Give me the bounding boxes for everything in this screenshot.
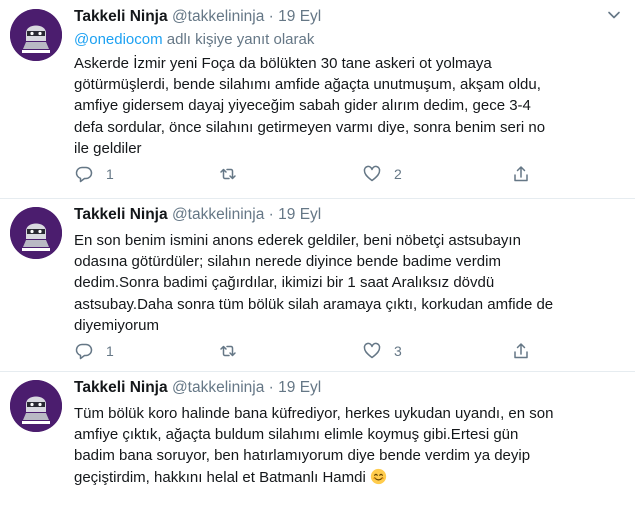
share-button[interactable] [511,163,531,185]
reply-count: 1 [106,166,114,182]
like-count: 2 [394,166,402,182]
share-icon [514,343,528,359]
heart-icon [363,342,381,359]
separator-dot: · [268,379,274,396]
share-icon [514,166,528,182]
tweet-text: En son benim ismini anons ederek geldile… [74,232,554,334]
tweet-actions: 1 2 [74,163,554,185]
tweet-header: Takkeli Ninja @takkelininja · 19 Eyl [74,378,321,398]
reply-button[interactable]: 1 [74,163,114,185]
user-handle[interactable]: @takkelininja [172,8,264,25]
tweet-text-container: Tüm bölük koro halinde bana küfrediyor, … [74,403,624,488]
like-count: 3 [394,343,402,359]
tweet-actions: 1 3 [74,340,554,362]
reply-mention-link[interactable]: @onediocom [74,31,163,48]
retweet-icon [220,168,236,180]
reply-context: @onediocom adlı kişiye yanıt olarak [74,31,314,48]
reply-button[interactable]: 1 [74,340,114,362]
tweet-3[interactable]: Takkeli Ninja @takkelininja · 19 Eyl Tüm… [0,371,635,523]
share-button[interactable] [511,340,531,362]
heart-icon [363,165,381,182]
user-handle[interactable]: @takkelininja [172,206,264,223]
chevron-down-icon[interactable] [607,8,621,22]
retweet-button[interactable] [218,163,250,185]
reply-count: 1 [106,343,114,359]
retweet-button[interactable] [218,340,250,362]
tweet-1[interactable]: Takkeli Ninja @takkelininja · 19 Eyl @on… [0,0,635,198]
avatar[interactable] [10,9,62,61]
reply-context-label: adlı kişiye yanıt olarak [162,31,315,48]
avatar[interactable] [10,380,62,432]
separator-dot: · [268,8,274,25]
tweet-header: Takkeli Ninja @takkelininja · 19 Eyl [74,7,321,27]
tweet-2[interactable]: Takkeli Ninja @takkelininja · 19 Eyl En … [0,198,635,371]
user-handle[interactable]: @takkelininja [172,379,264,396]
display-name[interactable]: Takkeli Ninja [74,206,168,223]
tweet-header: Takkeli Ninja @takkelininja · 19 Eyl [74,205,321,225]
tweet-text: Tüm bölük koro halinde bana küfrediyor, … [74,405,554,486]
display-name[interactable]: Takkeli Ninja [74,8,168,25]
tweet-text: Askerde İzmir yeni Foça da bölükten 30 t… [74,55,546,157]
display-name[interactable]: Takkeli Ninja [74,379,168,396]
smiling-face-icon [370,468,387,484]
tweet-date[interactable]: 19 Eyl [278,379,321,396]
reply-icon [75,166,93,183]
retweet-icon [220,345,236,357]
like-button[interactable]: 2 [362,163,402,185]
tweet-date[interactable]: 19 Eyl [278,206,321,223]
avatar[interactable] [10,207,62,259]
separator-dot: · [268,206,274,223]
like-button[interactable]: 3 [362,340,402,362]
tweet-date[interactable]: 19 Eyl [278,8,321,25]
reply-icon [75,343,93,360]
